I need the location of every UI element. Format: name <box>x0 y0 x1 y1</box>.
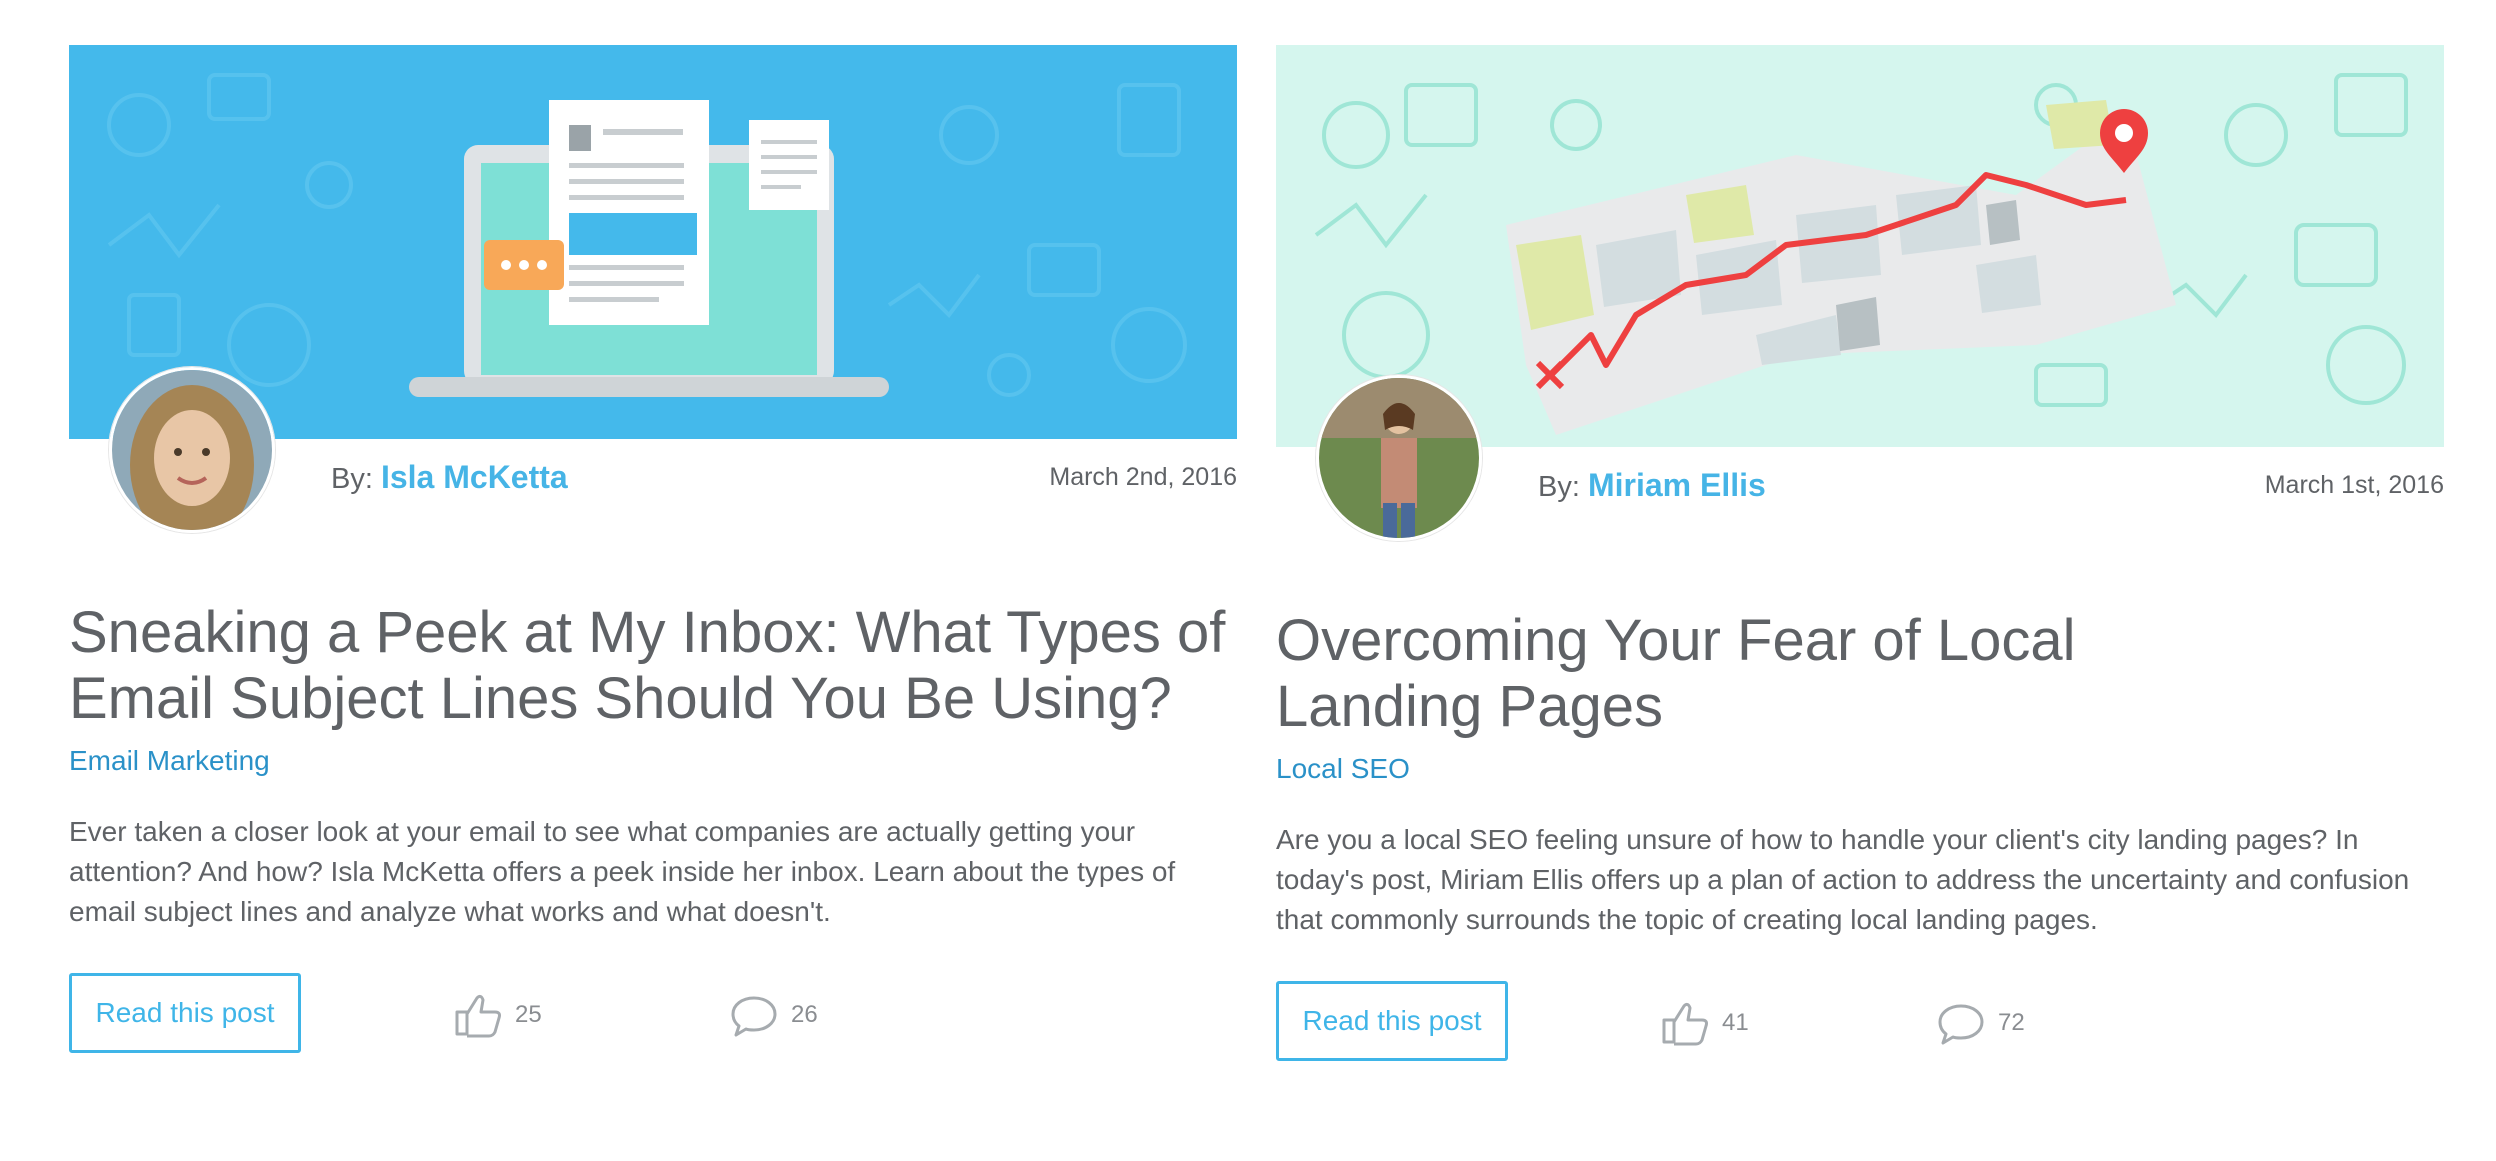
post-category-link[interactable]: Email Marketing <box>69 745 270 777</box>
likes-count[interactable]: 25 <box>453 992 542 1038</box>
post-title[interactable]: Sneaking a Peek at My Inbox: What Types … <box>69 600 1229 732</box>
byline: By: Miriam Ellis <box>1538 467 1766 504</box>
post-title[interactable]: Overcoming Your Fear of Local Landing Pa… <box>1276 608 2096 740</box>
comments-value: 26 <box>791 1001 818 1028</box>
read-post-button[interactable]: Read this post <box>1276 981 1508 1061</box>
post-excerpt: Ever taken a closer look at your email t… <box>69 816 1176 927</box>
byline: By: Isla McKetta <box>331 459 568 496</box>
post-banner-image[interactable] <box>69 45 1237 439</box>
read-post-button[interactable]: Read this post <box>69 973 301 1053</box>
comments-value: 72 <box>1998 1009 2025 1036</box>
post-card: By: Miriam Ellis March 1st, 2016 Overcom… <box>1276 0 2444 1161</box>
likes-value: 25 <box>515 1001 542 1028</box>
post-excerpt: Are you a local SEO feeling unsure of ho… <box>1276 824 2410 935</box>
post-category-link[interactable]: Local SEO <box>1276 753 1410 785</box>
likes-count[interactable]: 41 <box>1660 1000 1749 1046</box>
speech-bubble-icon <box>1938 1004 1984 1045</box>
by-label: By: <box>1538 471 1580 503</box>
author-avatar[interactable] <box>109 367 275 533</box>
author-photo <box>1319 378 1479 538</box>
post-banner-image[interactable] <box>1276 45 2444 447</box>
author-photo <box>112 370 272 530</box>
author-link[interactable]: Isla McKetta <box>381 459 568 495</box>
comments-count[interactable]: 26 <box>729 992 818 1038</box>
thumbs-up-icon <box>455 994 501 1038</box>
likes-value: 41 <box>1722 1009 1749 1036</box>
comments-count[interactable]: 72 <box>1936 1000 2025 1046</box>
author-avatar[interactable] <box>1316 375 1482 541</box>
post-date: March 1st, 2016 <box>2264 471 2444 499</box>
thumbs-up-icon <box>1662 1002 1708 1046</box>
laptop-email-illustration <box>107 73 1187 397</box>
map-route-illustration <box>1314 73 2408 435</box>
speech-bubble-icon <box>731 996 777 1037</box>
author-link[interactable]: Miriam Ellis <box>1588 467 1766 503</box>
by-label: By: <box>331 463 373 495</box>
post-date: March 2nd, 2016 <box>1049 463 1237 491</box>
post-card: By: Isla McKetta March 2nd, 2016 Sneakin… <box>69 0 1237 1161</box>
